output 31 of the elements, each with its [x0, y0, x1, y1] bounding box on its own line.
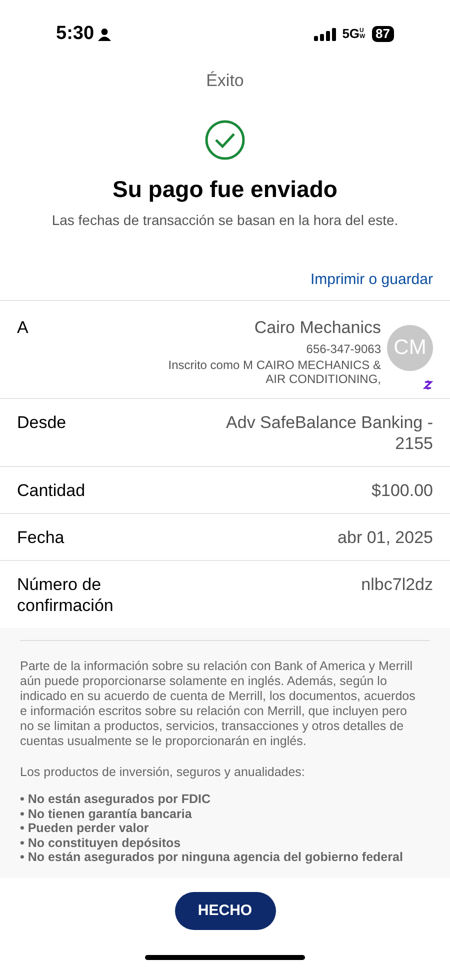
page-title: Éxito: [205, 70, 245, 92]
done-button[interactable]: HECHO: [174, 892, 276, 930]
detail-value: nlbc7l2dz: [360, 574, 433, 596]
network-label: 5G: [342, 25, 360, 44]
disclosure-intro: Los productos de inversión, seguros y anualidades:: [20, 765, 306, 780]
detail-value: abr 01, 2025: [336, 527, 433, 548]
clock-time: 5:30: [56, 22, 94, 46]
disclosure-bullet: • No están asegurados por ninguna agencia del gobierno federal: [20, 850, 404, 864]
disclosure-bullet: • No tienen garantía bancaria: [20, 806, 193, 821]
recipient-phone: 656-347-9063: [306, 341, 381, 358]
enrolled-name: Inscrito como M CAIRO MECHANICS & AIR CONDITIONING,: [167, 358, 381, 386]
check-circle-icon: [205, 120, 245, 160]
disclosure-bullet: • No están asegurados por FDIC: [20, 792, 212, 806]
detail-label: A: [17, 316, 28, 338]
detail-label: Cantidad: [17, 480, 86, 501]
disclosure-paragraph: Parte de la información sobre su relación con Bank of America y Merrill aún puede proporcionarse solamente en inglés. Además, según lo indicado en su acuerdo de cuenta de Merrill, los documentos, acuerdos e información escritos sobre su relación con Merrill, que incluyen pero no se limitan a productos, servicios, transacciones y otros detalles de cuentas usualmente se le proporcionarán en inglés.: [20, 659, 416, 749]
detail-value: Adv SafeBalance Banking - 2155: [225, 412, 433, 454]
timezone-note: Las fechas de transacción se basan en la hora del este.: [50, 211, 400, 230]
disclosure-bullet: • No constituyen depósitos: [20, 836, 182, 850]
detail-value: $100.00: [370, 480, 433, 501]
battery-level: 87: [372, 26, 394, 42]
disclosure-bullet: • Pueden perder valor: [20, 821, 150, 836]
detail-label: Número de confirmación: [17, 574, 114, 616]
person-icon: [98, 28, 112, 40]
detail-label: Fecha: [17, 527, 66, 548]
signal-icon: [314, 28, 336, 40]
recipient-name: Cairo Mechanics: [254, 316, 381, 338]
detail-label: Desde: [17, 412, 68, 434]
success-heading: Su pago fue enviado: [112, 174, 338, 204]
zelle-icon: [421, 378, 435, 392]
print-link[interactable]: Imprimir o guardar: [310, 269, 433, 292]
